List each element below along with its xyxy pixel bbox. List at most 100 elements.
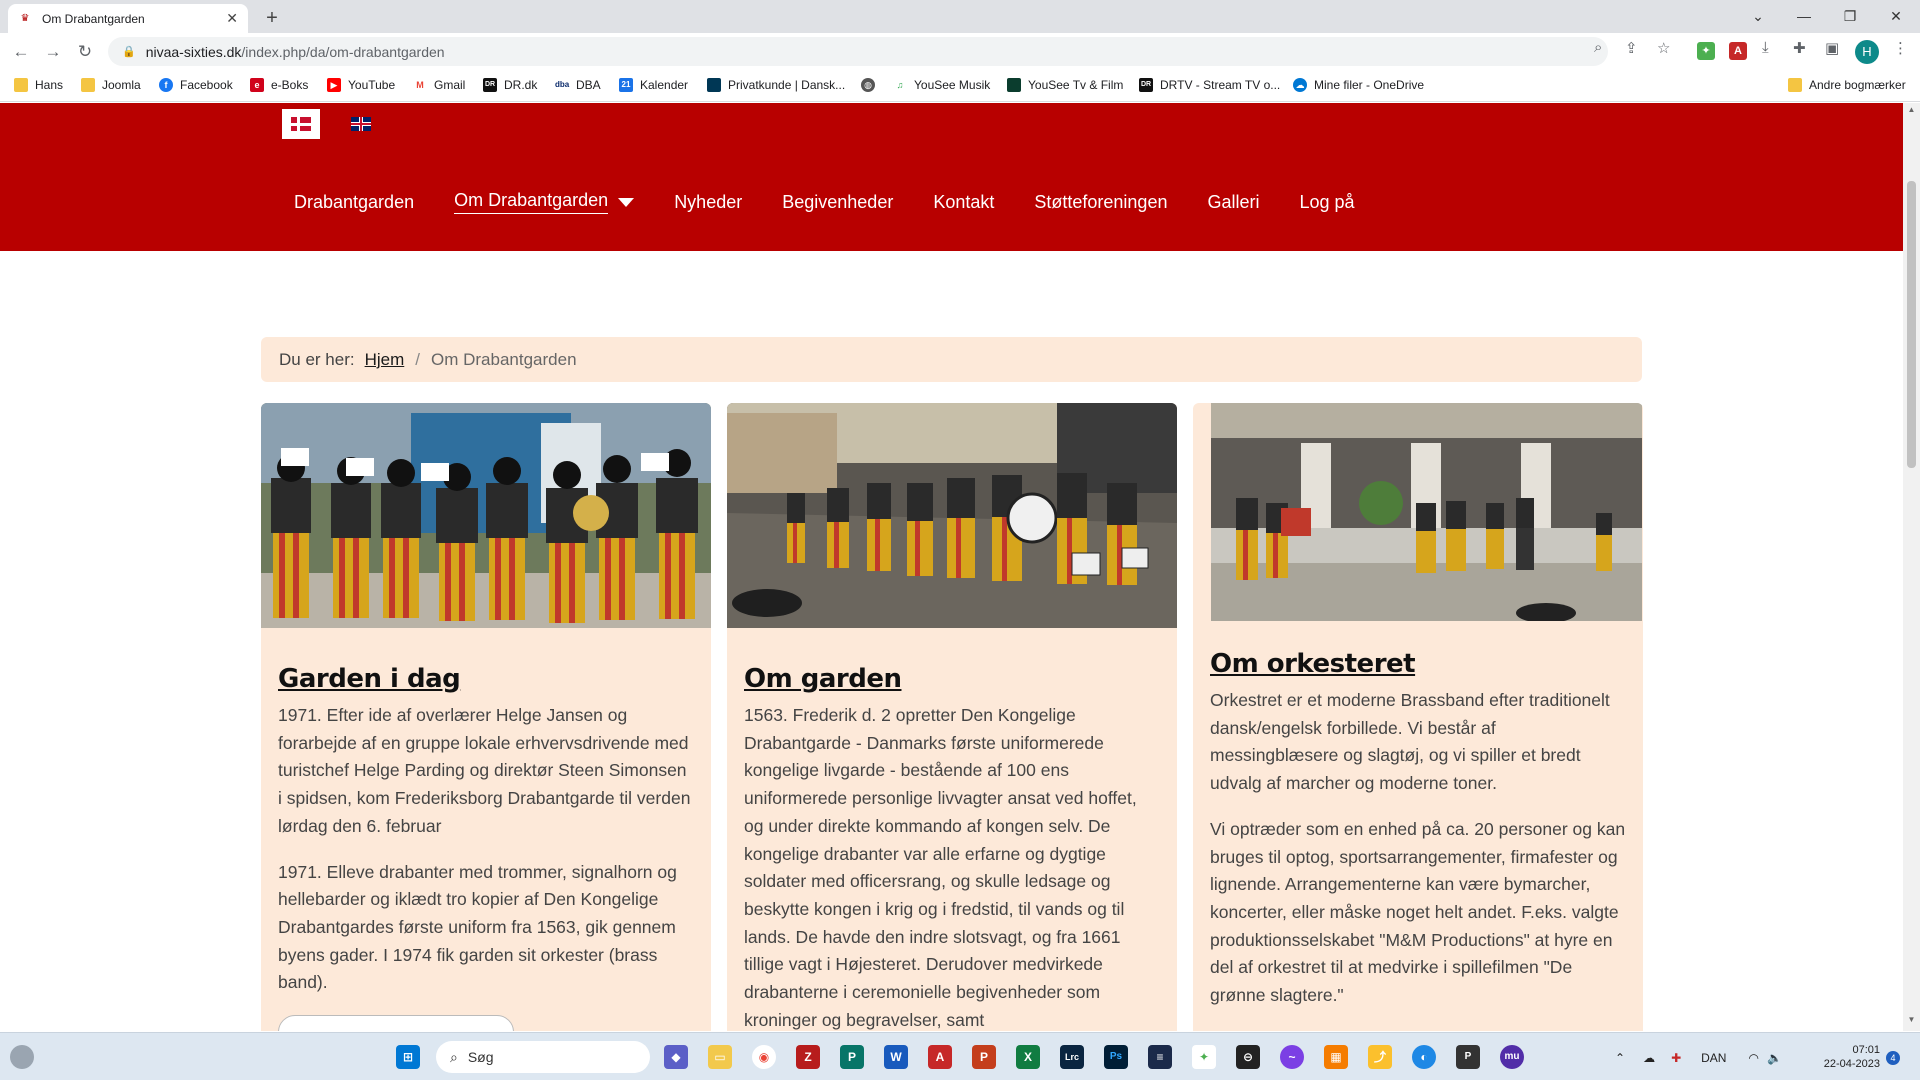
language-english-flag-icon[interactable] [351, 117, 371, 131]
weather-widget-icon[interactable] [10, 1045, 34, 1069]
tab-title: Om Drabantgarden [42, 11, 145, 26]
taskbar-search-box[interactable]: ⌕ Søg [436, 1041, 650, 1073]
taskbar-app-dark-icon[interactable]: ≡ [1148, 1045, 1172, 1069]
guard-band-photo[interactable] [261, 403, 711, 628]
tray-expand-icon[interactable]: ⌃ [1615, 1051, 1625, 1065]
wifi-icon[interactable]: ◠ [1748, 1051, 1758, 1065]
read-more-button[interactable] [278, 1015, 514, 1031]
taskbar-clock[interactable]: 07:01 22-04-2023 [1810, 1043, 1880, 1071]
close-window-button[interactable]: ✕ [1876, 4, 1916, 28]
page-scrollbar[interactable]: ▲ ▼ [1903, 103, 1920, 1031]
bookmark-drtv[interactable]: DR DRTV - Stream TV o... [1139, 78, 1280, 92]
publisher-icon[interactable]: P [840, 1045, 864, 1069]
powerpoint-icon[interactable]: P [972, 1045, 996, 1069]
acrobat-icon[interactable]: A [928, 1045, 952, 1069]
language-indicator[interactable]: DAN [1701, 1051, 1726, 1065]
scroll-up-icon[interactable]: ▲ [1903, 105, 1920, 119]
url-path: /index.php/da/om-drabantgarden [241, 43, 445, 60]
chart-app-icon[interactable]: ⤴ [1368, 1045, 1392, 1069]
tab-search-chevron-icon[interactable]: ⌄ [1738, 4, 1778, 28]
nav-item-log-paa[interactable]: Log på [1299, 192, 1354, 213]
bookmark-dba[interactable]: dba DBA [555, 78, 601, 92]
scrollbar-thumb[interactable] [1907, 181, 1916, 468]
bookmark-hans[interactable]: Hans [14, 78, 63, 92]
nav-item-galleri[interactable]: Galleri [1207, 192, 1259, 213]
zoom-icon[interactable]: ⌕ [1594, 39, 1602, 56]
url-host: nivaa-sixties.dk [145, 43, 242, 60]
card-title-garden-i-dag[interactable]: Garden i dag [278, 664, 694, 694]
menu-kebab-icon[interactable]: ⋮ [1893, 39, 1908, 57]
profile-avatar[interactable]: H [1855, 40, 1879, 64]
breadcrumb-home-link[interactable]: Hjem [365, 350, 405, 370]
bookmark-star-icon[interactable]: ☆ [1657, 39, 1670, 57]
firefox-icon[interactable]: ◐ [1412, 1045, 1436, 1069]
lock-icon[interactable]: 🔒 [122, 45, 136, 58]
bookmark-eboks[interactable]: e e-Boks [250, 78, 308, 92]
card-title-om-orkesteret[interactable]: Om orkesteret [1210, 649, 1626, 679]
word-icon[interactable]: W [884, 1045, 908, 1069]
teams-chat-icon[interactable]: ◆ [664, 1045, 688, 1069]
bookmark-kalender[interactable]: 21 Kalender [619, 78, 688, 92]
bookmark-youtube[interactable]: ▶ YouTube [327, 78, 395, 92]
street-parade-photo[interactable] [727, 403, 1177, 628]
card-title-om-garden[interactable]: Om garden [744, 664, 1160, 694]
office-app-icon[interactable]: ▦ [1324, 1045, 1348, 1069]
messenger-icon[interactable]: ~ [1280, 1045, 1304, 1069]
lightroom-icon[interactable]: Lrc [1060, 1045, 1084, 1069]
notification-badge[interactable]: 4 [1886, 1051, 1900, 1065]
extension-multicolor-icon[interactable]: ✦ [1697, 42, 1715, 60]
chrome-icon[interactable]: ◉ [752, 1045, 776, 1069]
scroll-down-icon[interactable]: ▼ [1903, 1015, 1920, 1029]
musescore-icon[interactable]: mu [1500, 1045, 1524, 1069]
nav-item-om-drabantgarden[interactable]: Om Drabantgarden [454, 190, 635, 214]
volume-icon[interactable]: 🔈 [1767, 1051, 1782, 1065]
extensions-puzzle-icon[interactable]: ✚ [1793, 39, 1806, 57]
remote-app-icon[interactable]: ⊖ [1236, 1045, 1260, 1069]
start-windows-icon[interactable]: ⊞ [396, 1045, 420, 1069]
excel-icon[interactable]: X [1016, 1045, 1040, 1069]
bookmark-privatkunde[interactable]: Privatkunde | Dansk... [707, 78, 845, 92]
reload-button[interactable]: ↻ [72, 39, 98, 65]
dba-icon: dba [555, 78, 569, 92]
pdf-app-icon[interactable]: P [1456, 1045, 1480, 1069]
bookmark-dr[interactable]: DR DR.dk [483, 78, 537, 92]
bookmark-facebook[interactable]: f Facebook [159, 78, 233, 92]
bookmark-gmail[interactable]: M Gmail [413, 78, 465, 92]
nav-item-drabantgarden[interactable]: Drabantgarden [294, 192, 414, 213]
nav-item-stoetteforeningen[interactable]: Støtteforeningen [1034, 192, 1167, 213]
nav-item-kontakt[interactable]: Kontakt [933, 192, 994, 213]
download-icon[interactable]: ⤓ [1762, 39, 1769, 56]
dropdown-caret-icon[interactable] [618, 197, 635, 207]
facebook-icon: f [159, 78, 173, 92]
nav-item-nyheder[interactable]: Nyheder [674, 192, 742, 213]
new-tab-button[interactable]: + [260, 6, 284, 30]
language-danish-flag-icon[interactable] [282, 109, 320, 139]
orchestra-concert-photo[interactable] [1211, 403, 1642, 621]
minimize-button[interactable]: — [1784, 4, 1824, 28]
bookmark-yousee-musik[interactable]: ♫ YouSee Musik [893, 78, 990, 92]
side-panel-icon[interactable]: ▣ [1825, 39, 1839, 57]
tray-app-icon[interactable]: ✚ [1671, 1051, 1681, 1065]
pdf-extension-icon[interactable]: A [1729, 42, 1747, 60]
bookmark-globe[interactable]: ◍ [861, 78, 882, 92]
forward-button[interactable]: → [40, 39, 66, 65]
multicolor-app-icon[interactable]: ✦ [1192, 1045, 1216, 1069]
bookmark-onedrive[interactable]: ☁ Mine filer - OneDrive [1293, 78, 1424, 92]
bookmark-joomla[interactable]: Joomla [81, 78, 141, 92]
photoshop-icon[interactable]: Ps [1104, 1045, 1128, 1069]
maximize-button[interactable]: ❐ [1830, 4, 1870, 28]
share-icon[interactable]: ⇪ [1625, 39, 1638, 57]
address-bar[interactable]: 🔒 nivaa-sixties.dk/index.php/da/om-draba… [108, 37, 1608, 66]
onedrive-tray-icon[interactable]: ☁ [1643, 1051, 1655, 1065]
browser-tab-active[interactable]: ♛ Om Drabantgarden ✕ [8, 4, 248, 33]
bookmark-other-folder[interactable]: Andre bogmærker [1788, 78, 1906, 92]
filezilla-icon[interactable]: Z [796, 1045, 820, 1069]
card-paragraph: Orkestret er et moderne Brassband efter … [1210, 690, 1610, 794]
file-explorer-icon[interactable]: ▭ [708, 1045, 732, 1069]
bookmark-yousee-tv[interactable]: YouSee Tv & Film [1007, 78, 1123, 92]
nav-item-begivenheder[interactable]: Begivenheder [782, 192, 893, 213]
back-button[interactable]: ← [8, 39, 34, 65]
tab-close-icon[interactable]: ✕ [226, 10, 238, 27]
windows-taskbar: ⊞ ⌕ Søg ◆ ▭ ◉ Z P W A P X Lrc Ps ≡ ✦ ⊖ ~… [0, 1032, 1920, 1080]
onedrive-icon: ☁ [1293, 78, 1307, 92]
